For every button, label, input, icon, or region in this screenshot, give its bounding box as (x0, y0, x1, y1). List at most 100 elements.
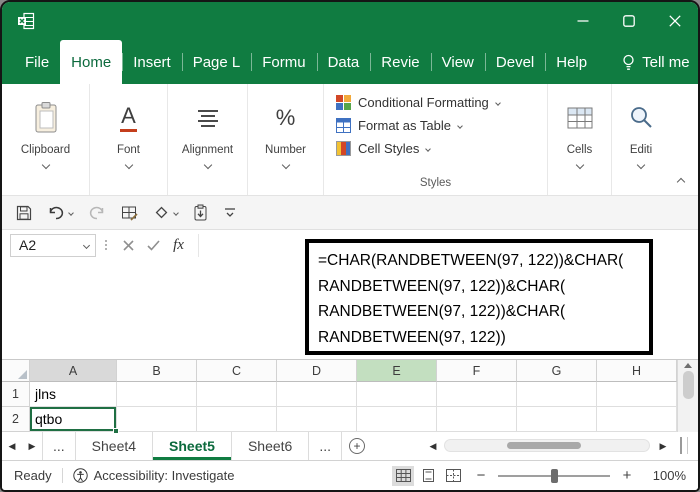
tab-formulas[interactable]: Formu (251, 40, 316, 84)
cell-d2[interactable] (277, 407, 357, 432)
zoom-slider[interactable] (498, 468, 610, 484)
new-sheet-button[interactable]: + (342, 432, 372, 460)
cell-f1[interactable] (437, 382, 517, 407)
paste-button[interactable] (193, 204, 208, 221)
column-header-e[interactable]: E (357, 360, 437, 382)
cell-d1[interactable] (277, 382, 357, 407)
cancel-button[interactable] (116, 233, 141, 257)
chevron-down-icon[interactable] (124, 161, 132, 169)
accessibility-checker-button[interactable]: Accessibility: Investigate (73, 468, 235, 483)
hscroll-right-button[interactable]: ▶ (654, 432, 672, 460)
chevron-down-icon (83, 241, 90, 248)
cell-h2[interactable] (597, 407, 677, 432)
chevron-down-icon[interactable] (41, 161, 49, 169)
normal-view-button[interactable] (392, 466, 414, 486)
cell-c2[interactable] (197, 407, 277, 432)
column-header-g[interactable]: G (517, 360, 597, 382)
scrollbar-thumb[interactable] (683, 371, 694, 399)
undo-button[interactable] (47, 205, 73, 221)
zoom-slider-thumb[interactable] (551, 469, 558, 483)
chevron-down-icon[interactable] (575, 161, 583, 169)
cell-c1[interactable] (197, 382, 277, 407)
sheet-overflow-left[interactable]: ... (42, 432, 76, 460)
borders-button[interactable] (121, 205, 138, 221)
sheet-overflow-right[interactable]: ... (309, 432, 342, 460)
chevron-down-icon[interactable] (281, 161, 289, 169)
page-break-view-button[interactable] (442, 466, 464, 486)
format-as-table-button[interactable]: Format as Table (336, 118, 500, 133)
horizontal-scrollbar[interactable] (444, 439, 650, 452)
normal-view-icon (396, 469, 411, 482)
cell-e2[interactable] (357, 407, 437, 432)
alignment-button[interactable] (197, 94, 219, 142)
tab-splitter-handle[interactable] (680, 437, 688, 454)
scroll-up-icon[interactable] (684, 363, 692, 368)
cell-styles-button[interactable]: Cell Styles (336, 141, 500, 156)
column-header-d[interactable]: D (277, 360, 357, 382)
scrollbar-thumb[interactable] (507, 442, 581, 449)
tab-page-layout[interactable]: Page L (182, 40, 252, 84)
conditional-formatting-icon (336, 95, 351, 110)
cells-group-label: Cells (567, 144, 593, 156)
sheet-tab-sheet6[interactable]: Sheet6 (232, 432, 309, 460)
name-box[interactable]: A2 (10, 234, 96, 257)
zoom-level[interactable]: 100% (644, 468, 686, 483)
cell-e1[interactable] (357, 382, 437, 407)
cell-g1[interactable] (517, 382, 597, 407)
paste-split-button[interactable] (31, 94, 61, 142)
tab-home[interactable]: Home (60, 40, 122, 84)
cell-a1[interactable]: jlns (30, 382, 117, 407)
cell-b1[interactable] (117, 382, 197, 407)
chevron-down-icon[interactable] (203, 161, 211, 169)
sheet-tab-sheet4[interactable]: Sheet4 (76, 432, 153, 460)
customize-qat-button[interactable] (223, 206, 237, 219)
cell-h1[interactable] (597, 382, 677, 407)
tab-data[interactable]: Data (317, 40, 371, 84)
tab-review[interactable]: Revie (370, 40, 430, 84)
formula-input[interactable]: =CHAR(RANDBETWEEN(97, 122))&CHAR( RANDBE… (305, 239, 653, 355)
lightbulb-icon (622, 54, 635, 71)
column-header-f[interactable]: F (437, 360, 517, 382)
tab-help[interactable]: Help (545, 40, 598, 84)
maximize-button[interactable] (606, 2, 652, 40)
tab-developer[interactable]: Devel (485, 40, 545, 84)
redo-button[interactable] (88, 205, 106, 221)
page-layout-view-button[interactable] (417, 466, 439, 486)
tab-insert[interactable]: Insert (122, 40, 182, 84)
column-header-c[interactable]: C (197, 360, 277, 382)
vertical-scrollbar[interactable] (677, 360, 698, 432)
sheet-nav-right-button[interactable]: ▶ (22, 432, 42, 460)
column-header-a[interactable]: A (30, 360, 117, 382)
cell-b2[interactable] (117, 407, 197, 432)
column-header-b[interactable]: B (117, 360, 197, 382)
column-header-h[interactable]: H (597, 360, 677, 382)
cells-button[interactable] (566, 94, 594, 142)
cell-g2[interactable] (517, 407, 597, 432)
close-button[interactable] (652, 2, 698, 40)
row-header-2[interactable]: 2 (2, 407, 30, 432)
fill-handle[interactable] (113, 428, 119, 434)
number-format-button[interactable]: % (276, 94, 296, 142)
insert-function-button[interactable]: fx (166, 233, 191, 257)
conditional-formatting-button[interactable]: Conditional Formatting (336, 95, 500, 110)
editing-button[interactable] (628, 94, 654, 142)
sheet-nav-left-button[interactable]: ◀ (2, 432, 22, 460)
sheet-tab-sheet5[interactable]: Sheet5 (153, 432, 232, 460)
tab-file[interactable]: File (14, 40, 60, 84)
collapse-ribbon-button[interactable] (677, 178, 685, 186)
minimize-button[interactable] (560, 2, 606, 40)
enter-button[interactable] (141, 233, 166, 257)
tell-me-button[interactable]: Tell me (612, 40, 700, 84)
font-button[interactable]: A (120, 94, 137, 142)
chevron-down-icon[interactable] (637, 161, 645, 169)
zoom-out-button[interactable]: − (474, 467, 488, 484)
hscroll-left-button[interactable]: ◀ (424, 432, 442, 460)
row-header-1[interactable]: 1 (2, 382, 30, 407)
tab-view[interactable]: View (431, 40, 485, 84)
zoom-in-button[interactable]: + (620, 467, 634, 484)
save-button[interactable] (16, 205, 32, 221)
shapes-button[interactable] (153, 204, 178, 221)
cell-a2-active[interactable]: qtbo (30, 407, 117, 432)
select-all-button[interactable] (2, 360, 30, 382)
cell-f2[interactable] (437, 407, 517, 432)
